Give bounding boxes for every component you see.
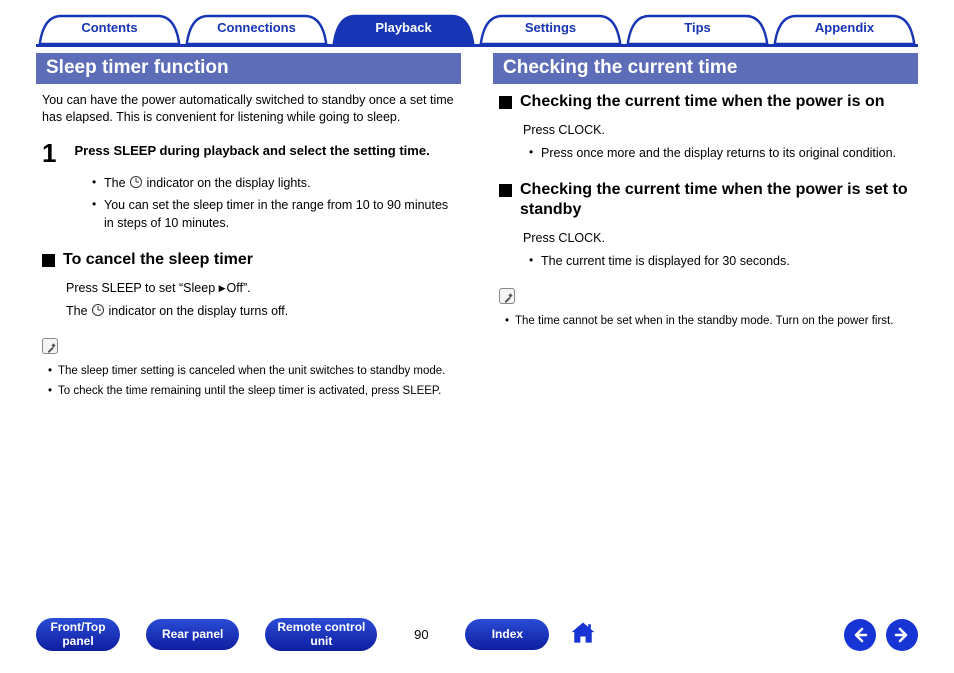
text: Remote control: [277, 621, 365, 635]
tab-settings[interactable]: Settings: [473, 14, 628, 44]
text: Press SLEEP to set “Sleep: [66, 281, 219, 295]
index-button[interactable]: Index: [465, 619, 549, 651]
rear-panel-button[interactable]: Rear panel: [146, 619, 239, 651]
text: unit: [277, 635, 365, 649]
text: The: [66, 304, 91, 318]
tab-appendix[interactable]: Appendix: [767, 14, 922, 44]
cancel-p1: Press SLEEP to set “Sleep Off”.: [66, 279, 461, 298]
arrow-left-icon: [852, 627, 868, 643]
tab-playback[interactable]: Playback: [326, 14, 481, 44]
text: panel: [48, 635, 108, 649]
square-bullet-icon: [499, 96, 512, 109]
prev-page-button[interactable]: [844, 619, 876, 651]
text: The: [104, 176, 129, 190]
text: indicator on the display lights.: [143, 176, 310, 190]
cancel-sleep-title: To cancel the sleep timer: [63, 250, 253, 271]
arrow-right-icon: [894, 627, 910, 643]
sleep-timer-icon: [130, 176, 142, 188]
note-icon: [499, 288, 515, 304]
tab-contents[interactable]: Contents: [32, 14, 187, 44]
sleep-intro: You can have the power automatically swi…: [42, 92, 461, 126]
check-power-on-title: Checking the current time when the power…: [520, 92, 885, 113]
tab-connections[interactable]: Connections: [179, 14, 334, 44]
step1-bullet1: The indicator on the display lights.: [92, 174, 461, 192]
text: Front/Top: [48, 621, 108, 635]
left-column: Sleep timer function You can have the po…: [36, 53, 461, 402]
text: Off”.: [227, 281, 251, 295]
cancel-p2: The indicator on the display turns off.: [66, 302, 461, 321]
remote-control-button[interactable]: Remote control unit: [265, 618, 377, 651]
step-number: 1: [42, 140, 56, 166]
right-column: Checking the current time Checking the c…: [493, 53, 918, 402]
check-standby-title: Checking the current time when the power…: [520, 180, 918, 222]
home-icon: [569, 619, 597, 647]
top-tabs: Contents Connections Playback Settings T…: [36, 14, 918, 44]
section-header-sleep: Sleep timer function: [36, 53, 461, 84]
footer-nav: Front/Top panel Rear panel Remote contro…: [36, 618, 918, 651]
s2-press: Press CLOCK.: [523, 229, 918, 248]
s1-press: Press CLOCK.: [523, 121, 918, 140]
note-icon: [42, 338, 58, 354]
left-note-2: To check the time remaining until the sl…: [48, 383, 461, 399]
step-text: Press SLEEP during playback and select t…: [74, 140, 429, 166]
sleep-timer-icon: [92, 304, 104, 316]
tabs-underline: [36, 44, 918, 47]
left-note-1: The sleep timer setting is canceled when…: [48, 363, 461, 379]
step1-bullet2: You can set the sleep timer in the range…: [92, 196, 461, 232]
step-1: 1 Press SLEEP during playback and select…: [42, 140, 461, 166]
s1-bullet: Press once more and the display returns …: [529, 144, 918, 162]
text: indicator on the display turns off.: [105, 304, 288, 318]
next-page-button[interactable]: [886, 619, 918, 651]
square-bullet-icon: [499, 184, 512, 197]
right-note: The time cannot be set when in the stand…: [505, 313, 918, 329]
play-icon: [219, 281, 227, 295]
page-number: 90: [401, 627, 441, 642]
square-bullet-icon: [42, 254, 55, 267]
section-header-time: Checking the current time: [493, 53, 918, 84]
tab-tips[interactable]: Tips: [620, 14, 775, 44]
s2-bullet: The current time is displayed for 30 sec…: [529, 252, 918, 270]
front-top-panel-button[interactable]: Front/Top panel: [36, 618, 120, 651]
home-button[interactable]: [569, 619, 597, 650]
